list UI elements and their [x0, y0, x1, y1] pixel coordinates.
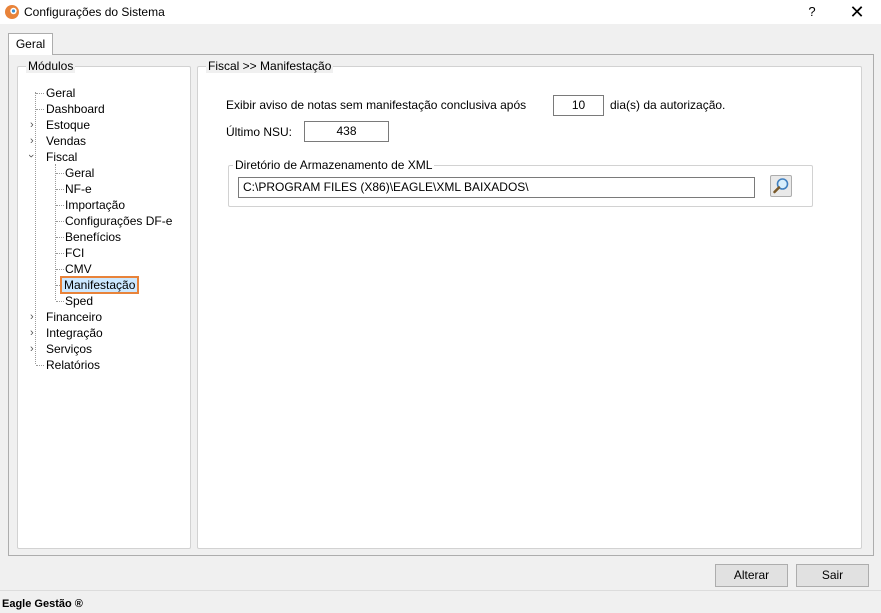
- close-button[interactable]: ✕: [842, 0, 872, 24]
- xml-directory-label: Diretório de Armazenamento de XML: [233, 158, 435, 172]
- chevron-right-icon[interactable]: ›: [30, 309, 34, 325]
- browse-button[interactable]: [770, 175, 792, 197]
- tree-item-estoque[interactable]: Estoque: [46, 117, 90, 133]
- tree-item-fiscal-geral[interactable]: Geral: [65, 165, 94, 181]
- tree-item-beneficios[interactable]: Benefícios: [65, 229, 121, 245]
- status-text: Eagle Gestão ®: [2, 598, 83, 610]
- tree-item-cmv[interactable]: CMV: [65, 261, 92, 277]
- tree-item-manifestacao[interactable]: Manifestação: [60, 276, 140, 294]
- tree-item-fci[interactable]: FCI: [65, 245, 84, 261]
- aviso-suffix-label: dia(s) da autorização.: [610, 98, 726, 112]
- help-button[interactable]: ?: [798, 0, 826, 24]
- tree-connector: [36, 93, 44, 94]
- tree-item-vendas[interactable]: Vendas: [46, 133, 86, 149]
- tree-item-dashboard[interactable]: Dashboard: [46, 101, 105, 117]
- section-title: Fiscal >> Manifestação: [206, 59, 334, 73]
- tree-connector: [36, 365, 44, 366]
- tree-connector: [56, 189, 64, 190]
- tree-connector: [55, 164, 56, 300]
- tree-item-fiscal[interactable]: Fiscal: [46, 149, 77, 165]
- content-group: [197, 66, 862, 549]
- tree-item-servicos[interactable]: Serviços: [46, 341, 92, 357]
- tree-connector: [56, 253, 64, 254]
- tree-item-sped[interactable]: Sped: [65, 293, 93, 309]
- tree-item-nfe[interactable]: NF-e: [65, 181, 92, 197]
- tree-item-configuracoes-dfe[interactable]: Configurações DF-e: [65, 213, 172, 229]
- aviso-days-input[interactable]: 10: [553, 95, 604, 116]
- tree-connector: [56, 173, 64, 174]
- chevron-right-icon[interactable]: ›: [30, 117, 34, 133]
- tree-item-geral[interactable]: Geral: [46, 85, 75, 101]
- tree-connector: [56, 301, 64, 302]
- chevron-right-icon[interactable]: ›: [30, 325, 34, 341]
- tree-item-relatorios[interactable]: Relatórios: [46, 357, 100, 373]
- nsu-input[interactable]: 438: [304, 121, 389, 142]
- tree-item-integracao[interactable]: Integração: [46, 325, 103, 341]
- magnifier-icon: [773, 178, 789, 194]
- modules-group: [17, 66, 191, 549]
- tree-item-importacao[interactable]: Importação: [65, 197, 125, 213]
- tree-connector: [36, 109, 44, 110]
- tree-connector: [56, 237, 64, 238]
- tree-connector: [56, 205, 64, 206]
- status-bar: [0, 590, 881, 613]
- app-logo-icon: [5, 5, 19, 19]
- nsu-label: Último NSU:: [226, 125, 293, 139]
- chevron-down-icon[interactable]: ›: [23, 154, 39, 158]
- tree-connector: [56, 269, 64, 270]
- aviso-label: Exibir aviso de notas sem manifestação c…: [226, 98, 527, 112]
- sair-button[interactable]: Sair: [796, 564, 869, 587]
- chevron-right-icon[interactable]: ›: [30, 341, 34, 357]
- tree-item-financeiro[interactable]: Financeiro: [46, 309, 102, 325]
- window-title: Configurações do Sistema: [24, 5, 165, 19]
- tab-geral[interactable]: Geral: [8, 33, 53, 55]
- tree-connector: [35, 92, 36, 364]
- modules-group-label: Módulos: [26, 59, 76, 73]
- tree-connector: [56, 221, 64, 222]
- alterar-button[interactable]: Alterar: [715, 564, 788, 587]
- chevron-right-icon[interactable]: ›: [30, 133, 34, 149]
- xml-path-input[interactable]: C:\PROGRAM FILES (X86)\EAGLE\XML BAIXADO…: [238, 177, 755, 198]
